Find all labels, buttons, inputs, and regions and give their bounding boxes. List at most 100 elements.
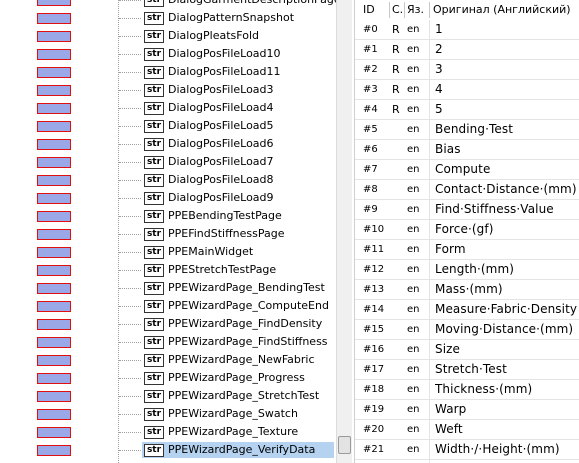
row-flag <box>392 400 404 419</box>
row-original-text: Form <box>435 242 466 256</box>
string-row[interactable]: #15 en Moving·Distance·(mm) <box>355 320 579 340</box>
tree-item-label[interactable]: PPEWizardPage_ComputeEnd <box>168 298 329 314</box>
tree-item-label[interactable]: DialogPosFileLoad7 <box>168 154 274 170</box>
string-row[interactable]: #3 Ren 4 <box>355 80 579 100</box>
header-original[interactable]: Оригинал (Английский) <box>433 0 579 20</box>
row-original-text: Mass·(mm) <box>435 282 503 296</box>
status-bar <box>37 265 71 276</box>
tree-item-label[interactable]: PPEWizardPage_Swatch <box>168 406 298 422</box>
row-original-text: 2 <box>435 42 443 56</box>
tree-item-label[interactable]: PPEWizardPage_FindStiffness <box>168 334 328 350</box>
tree-branch-line <box>119 414 141 415</box>
status-bar <box>37 337 71 348</box>
string-table-icon: str <box>144 426 164 439</box>
header-language[interactable]: Яз. <box>407 0 431 20</box>
tree-item-label[interactable]: PPEWizardPage_BendingTest <box>168 280 325 296</box>
tree-item-label[interactable]: PPEWizardPage_Texture <box>168 424 298 440</box>
string-row[interactable]: #1 Ren 2 <box>355 40 579 60</box>
header-id[interactable]: ID <box>363 0 391 20</box>
row-language: en <box>407 264 420 275</box>
string-row[interactable]: #18 en Thickness·(mm) <box>355 380 579 400</box>
row-original-text: Force·(gf) <box>435 222 494 236</box>
string-row[interactable]: #6 en Bias <box>355 140 579 160</box>
string-row[interactable]: #5 en Bending·Test <box>355 120 579 140</box>
tree-item-label[interactable]: DialogPosFileLoad9 <box>168 190 274 206</box>
string-row[interactable]: #2 Ren 3 <box>355 60 579 80</box>
tree-item-label[interactable]: PPEBendingTestPage <box>168 208 282 224</box>
tree-item-label[interactable]: PPEWizardPage_StretchTest <box>168 388 319 404</box>
string-table-icon: str <box>144 318 164 331</box>
tree-item-label[interactable]: DialogPosFileLoad10 <box>168 46 281 62</box>
tree-branch-line <box>119 36 141 37</box>
tree-item-label[interactable]: DialogPosFileLoad5 <box>168 118 274 134</box>
tree-item-label[interactable]: DialogPosFileLoad4 <box>168 100 274 116</box>
row-original-text: Width·/·Height·(mm) <box>435 442 560 456</box>
status-bar <box>37 157 71 168</box>
tree-item-label[interactable]: PPEWizardPage_Progress <box>168 370 305 386</box>
string-table-icon: str <box>144 138 164 151</box>
tree-item-label[interactable]: DialogGarmentDescriptionPage <box>168 0 336 8</box>
string-row[interactable]: #4 Ren 5 <box>355 100 579 120</box>
tree-item-label[interactable]: PPEStretchTestPage <box>168 262 276 278</box>
string-table-icon: str <box>144 336 164 349</box>
string-table-icon: str <box>144 282 164 295</box>
row-original-text: Bending·Test <box>435 122 514 136</box>
tree-scrollbar-thumb[interactable] <box>338 436 351 454</box>
tree-item-label[interactable]: DialogPosFileLoad3 <box>168 82 274 98</box>
row-language: en <box>407 164 420 175</box>
string-table-icon: str <box>144 372 164 385</box>
row-original-text: 4 <box>435 82 443 96</box>
tree-item-label[interactable]: DialogPosFileLoad11 <box>168 64 281 80</box>
string-table-icon: str <box>144 228 164 241</box>
string-row[interactable]: #19 en Warp <box>355 400 579 420</box>
header-separator <box>429 2 430 18</box>
tree-item-label[interactable]: DialogPosFileLoad6 <box>168 136 274 152</box>
row-flag: R <box>392 43 400 56</box>
row-language: en <box>407 304 420 315</box>
string-row[interactable]: #21 en Width·/·Height·(mm) <box>355 440 579 460</box>
string-table-icon: str <box>144 30 164 43</box>
row-language: en <box>407 44 420 55</box>
string-row[interactable]: #13 en Mass·(mm) <box>355 280 579 300</box>
tree-branch-line <box>119 432 141 433</box>
string-row[interactable]: #8 en Contact·Distance·(mm) <box>355 180 579 200</box>
row-flag: R <box>392 23 400 36</box>
string-row[interactable]: #20 en Weft <box>355 420 579 440</box>
tree-item-label[interactable]: PPEMainWidget <box>168 244 253 260</box>
status-bar <box>37 355 71 366</box>
row-original-text: Length·(mm) <box>435 262 515 276</box>
string-table-icon: str <box>144 300 164 313</box>
string-row[interactable]: #17 en Stretch·Test <box>355 360 579 380</box>
row-language: en <box>407 224 420 235</box>
row-original-text: Compute <box>435 162 491 176</box>
tree-item-label[interactable]: PPEWizardPage_VerifyData <box>168 442 315 458</box>
tree-branch-line <box>119 72 141 73</box>
resource-tree-panel: str DialogGarmentDescriptionPage str Dialog… <box>0 0 336 463</box>
status-bar <box>37 409 71 420</box>
tree-branch-line <box>119 378 141 379</box>
string-row[interactable]: #14 en Measure·Fabric·Density <box>355 300 579 320</box>
tree-item-label[interactable]: DialogPatternSnapshot <box>168 10 294 26</box>
tree-item-label[interactable]: PPEWizardPage_NewFabric <box>168 352 315 368</box>
tree-vertical-scrollbar[interactable] <box>336 0 352 463</box>
string-row[interactable]: #11 en Form <box>355 240 579 260</box>
string-row[interactable]: #0 Ren 1 <box>355 20 579 40</box>
row-language: en <box>407 384 420 395</box>
row-language: en <box>407 284 420 295</box>
row-flag <box>392 180 404 199</box>
status-bar <box>37 445 71 456</box>
row-original-text: Find·Stiffness·Value <box>435 202 554 216</box>
tree-branch-line <box>119 54 141 55</box>
tree-item-label[interactable]: DialogPosFileLoad8 <box>168 172 274 188</box>
tree-item-label[interactable]: DialogPleatsFold <box>168 28 259 44</box>
status-bar <box>37 283 71 294</box>
string-row[interactable]: #10 en Force·(gf) <box>355 220 579 240</box>
tree-item-label[interactable]: PPEFindStiffnessPage <box>168 226 285 242</box>
tree-item-label[interactable]: PPEWizardPage_FindDensity <box>168 316 322 332</box>
string-row[interactable]: #16 en Size <box>355 340 579 360</box>
tree-branch-line <box>119 144 141 145</box>
string-row[interactable]: #9 en Find·Stiffness·Value <box>355 200 579 220</box>
string-table-icon: str <box>144 246 164 259</box>
string-row[interactable]: #7 en Compute <box>355 160 579 180</box>
string-row[interactable]: #12 en Length·(mm) <box>355 260 579 280</box>
